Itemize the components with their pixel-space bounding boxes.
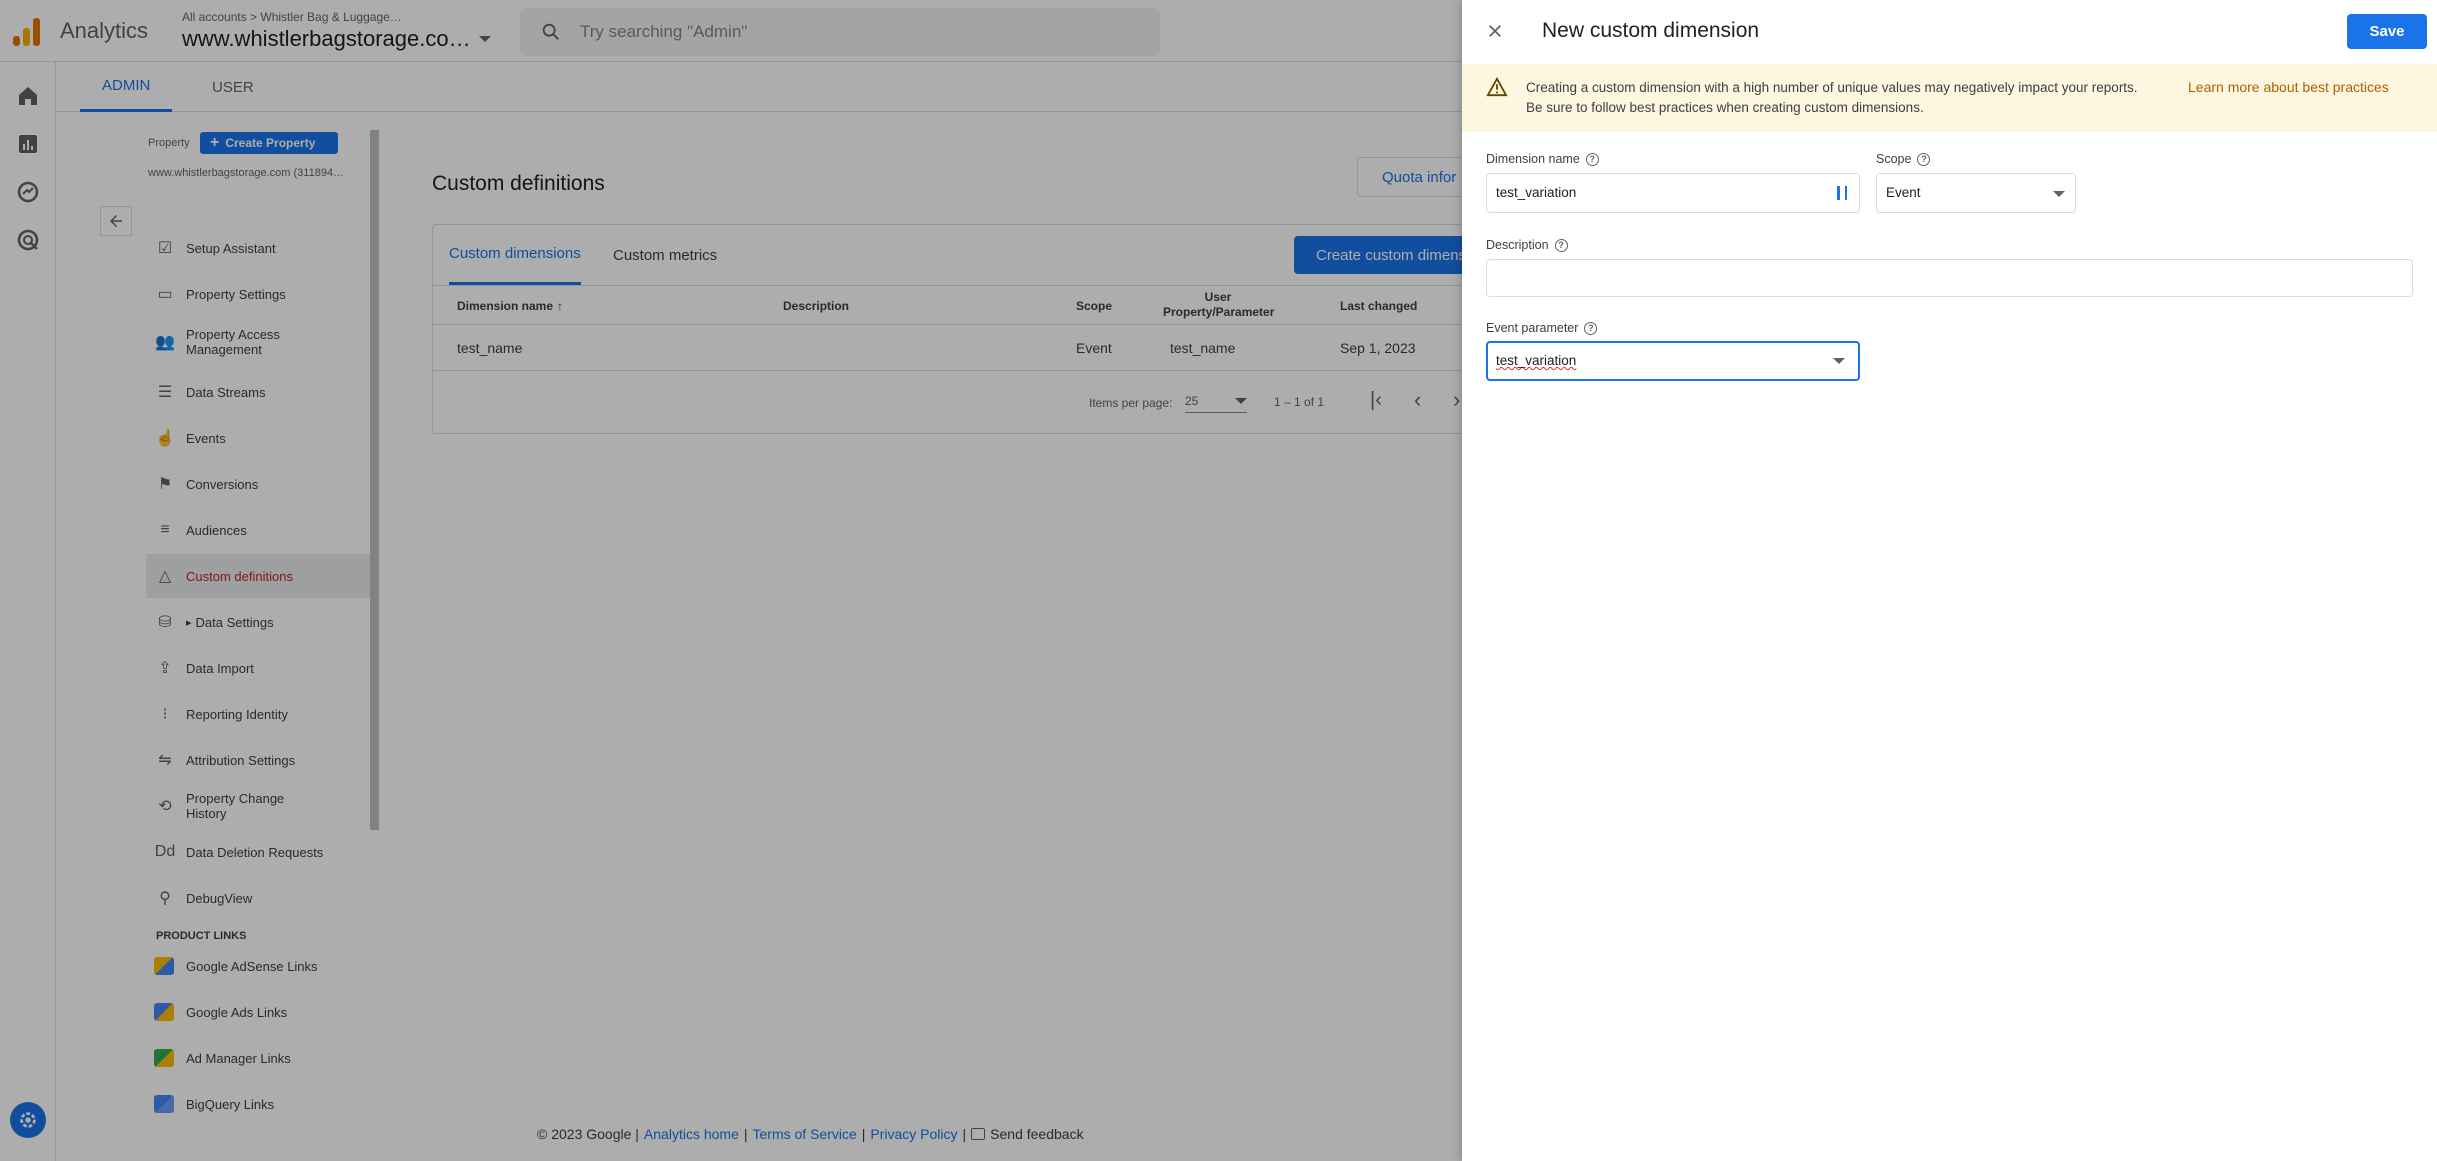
save-button-label: Save <box>2369 23 2405 40</box>
scope-label-text: Scope <box>1876 152 1912 166</box>
warning-text: Creating a custom dimension with a high … <box>1526 80 2138 115</box>
dimension-name-label: Dimension name ? <box>1486 152 1599 166</box>
help-icon[interactable]: ? <box>1584 321 1598 335</box>
event-parameter-label: Event parameter ? <box>1486 321 1598 335</box>
description-field[interactable] <box>1486 259 2413 297</box>
warning-icon <box>1486 77 1508 97</box>
dimension-name-label-text: Dimension name <box>1486 152 1580 166</box>
description-label: Description ? <box>1486 238 1568 252</box>
event-parameter-select[interactable]: test_variation <box>1486 341 1860 381</box>
event-parameter-label-text: Event parameter <box>1486 321 1579 335</box>
chevron-down-icon <box>1833 358 1845 364</box>
chevron-down-icon <box>2053 191 2065 197</box>
modal-scrim[interactable] <box>0 0 1462 1161</box>
event-parameter-value: test_variation <box>1496 353 1577 368</box>
password-manager-icon[interactable] <box>1837 186 1847 200</box>
new-custom-dimension-panel: New custom dimension Save Creating a cus… <box>1462 0 2437 1161</box>
dimension-name-value: test_variation <box>1496 185 1577 200</box>
description-label-text: Description <box>1486 238 1549 252</box>
warning-banner: Creating a custom dimension with a high … <box>1462 64 2437 132</box>
learn-more-link[interactable]: Learn more about best practices <box>2188 79 2389 95</box>
help-icon[interactable]: ? <box>1917 152 1931 166</box>
scope-value: Event <box>1886 185 1921 200</box>
help-icon[interactable]: ? <box>1554 238 1568 252</box>
dimension-name-field[interactable]: test_variation <box>1486 173 1860 213</box>
help-icon[interactable]: ? <box>1585 152 1599 166</box>
panel-title: New custom dimension <box>1542 19 1760 42</box>
close-icon <box>1489 25 1501 37</box>
scope-select[interactable]: Event <box>1876 173 2076 213</box>
save-button[interactable]: Save <box>2347 14 2427 49</box>
scope-label: Scope ? <box>1876 152 1931 166</box>
close-button[interactable] <box>1482 18 1508 44</box>
